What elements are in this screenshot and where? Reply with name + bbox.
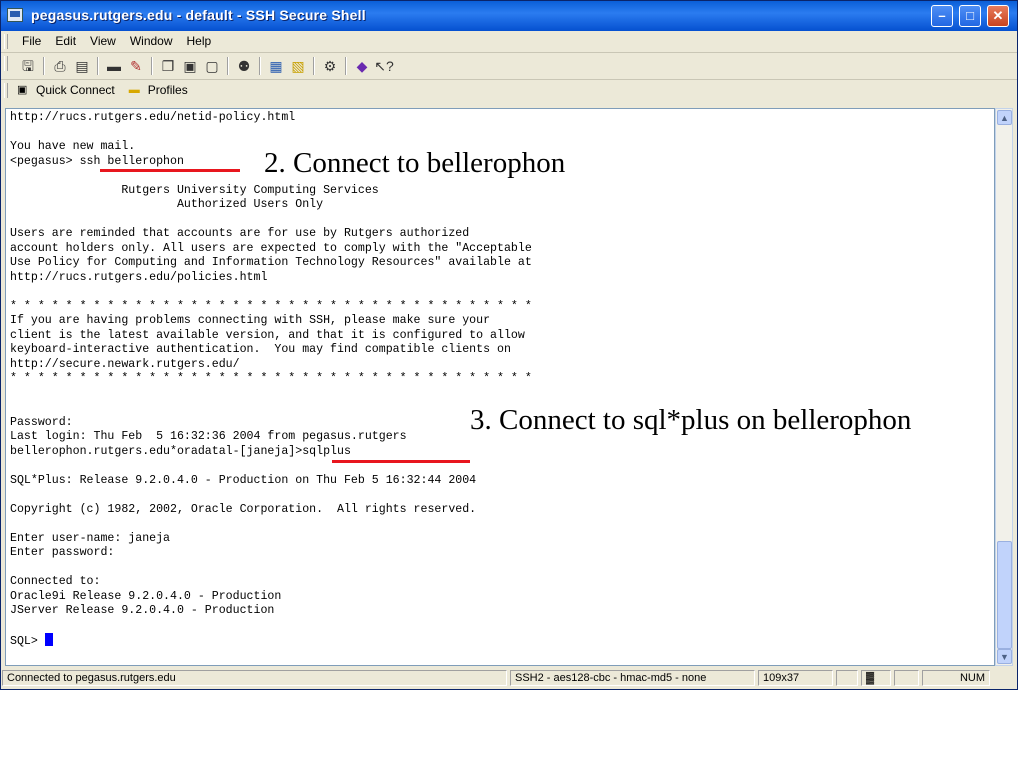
terminal-line: account holders only. All users are expe…: [10, 241, 532, 255]
toolbar-separator: [151, 57, 153, 75]
terminal-line: Rutgers University Computing Services: [10, 183, 379, 197]
terminal-line: client is the latest available version, …: [10, 328, 525, 342]
toolbar-separator: [259, 57, 261, 75]
terminal-line: Use Policy for Computing and Information…: [10, 256, 532, 269]
menu-help[interactable]: Help: [180, 31, 219, 51]
new-file-transfer-icon[interactable]: ▧: [287, 56, 309, 76]
terminal-line: JServer Release 9.2.0.4.0 - Production: [10, 604, 275, 617]
menu-bar: File Edit View Window Help: [1, 31, 1017, 53]
close-button[interactable]: ✕: [987, 5, 1009, 27]
terminal-output: http://rucs.rutgers.edu/netid-policy.htm…: [10, 111, 532, 650]
terminal-line: Password:: [10, 415, 73, 429]
paste-special-icon[interactable]: ▢: [201, 56, 223, 76]
terminal-line: SQL>: [10, 635, 45, 648]
quick-connect-label: Quick Connect: [36, 83, 115, 97]
toolbar-separator: [97, 57, 99, 75]
folder-icon: ▬: [128, 84, 140, 96]
terminal-line: keyboard-interactive authentication. You…: [10, 343, 511, 356]
quick-bar-grip: [4, 83, 8, 98]
vertical-scrollbar[interactable]: ▲ ▼: [995, 108, 1013, 666]
help-icon[interactable]: ↖?: [373, 56, 395, 76]
terminal-line: Enter password:: [10, 546, 115, 559]
terminal-line: Authorized Users Only: [10, 198, 324, 211]
terminal-line: Users are reminded that accounts are for…: [10, 227, 470, 240]
terminal-line: * * * * * * * * * * * * * * * * * * * * …: [10, 299, 532, 313]
menu-file[interactable]: File: [15, 31, 48, 51]
annotation-step-3: 3. Connect to sql*plus on bellerophon: [470, 404, 912, 436]
settings-icon[interactable]: ✎: [125, 56, 147, 76]
find-icon[interactable]: ⚉: [233, 56, 255, 76]
terminal-line: Enter user-name: janeja: [10, 531, 171, 545]
terminal-line: Connected to:: [10, 575, 101, 588]
print-icon[interactable]: ⎙: [49, 56, 71, 76]
terminal-line: bellerophon.rutgers.edu*oradatal-[janeja…: [10, 444, 351, 458]
status-blank: [894, 670, 919, 686]
terminal-line: http://rucs.rutgers.edu/netid-policy.htm…: [10, 111, 296, 124]
profiles-button[interactable]: ▬ Profiles: [129, 83, 188, 97]
status-activity-icon: ▓: [861, 670, 891, 686]
save-icon[interactable]: 🖫: [17, 56, 39, 76]
menu-edit[interactable]: Edit: [48, 31, 83, 51]
toolbar-separator: [43, 57, 45, 75]
terminal-line: <pegasus> ssh bellerophon: [10, 154, 184, 168]
terminal-line: * * * * * * * * * * * * * * * * * * * * …: [10, 372, 532, 385]
toolbar: 🖫 ⎙ ▤ ▬ ✎ ❐ ▣ ▢ ⚉ ▦ ▧ ⚙ ◆ ↖?: [1, 53, 1017, 80]
status-num: NUM: [922, 670, 990, 686]
terminal-cursor: [44, 633, 53, 646]
underline-sqlplus-command: [332, 460, 470, 463]
window-title: pegasus.rutgers.edu - default - SSH Secu…: [31, 7, 366, 23]
terminal-line: If you are having problems connecting wi…: [10, 314, 491, 327]
menu-window[interactable]: Window: [123, 31, 180, 51]
toolbar-grip: [4, 56, 8, 71]
status-size: 109x37: [758, 670, 833, 686]
quick-connect-button[interactable]: ▣ Quick Connect: [17, 83, 115, 97]
terminal-line: Oracle9i Release 9.2.0.4.0 - Production: [10, 589, 282, 603]
underline-ssh-command: [100, 169, 240, 172]
terminal-line: http://secure.newark.rutgers.edu/: [10, 357, 240, 371]
terminal-line: http://rucs.rutgers.edu/policies.html: [10, 270, 268, 284]
annotation-step-2: 2. Connect to bellerophon: [264, 147, 566, 179]
app-icon[interactable]: [7, 8, 23, 22]
terminal-line: Last login: Thu Feb 5 16:32:36 2004 from…: [10, 430, 407, 443]
quick-connect-icon: ▣: [17, 84, 28, 96]
toolbar-separator: [345, 57, 347, 75]
quick-connect-bar: ▣ Quick Connect ▬ Profiles: [1, 80, 1017, 106]
status-connection: Connected to pegasus.rutgers.edu: [2, 670, 507, 686]
paste-icon[interactable]: ▣: [179, 56, 201, 76]
minimize-button[interactable]: –: [931, 5, 953, 27]
title-bar[interactable]: pegasus.rutgers.edu - default - SSH Secu…: [1, 1, 1017, 31]
menu-grip: [4, 34, 8, 49]
terminal-pane[interactable]: http://rucs.rutgers.edu/netid-policy.htm…: [5, 108, 995, 666]
terminal-line: You have new mail.: [10, 140, 136, 153]
status-cipher: SSH2 - aes128-cbc - hmac-md5 - none: [510, 670, 755, 686]
terminal-line: SQL*Plus: Release 9.2.0.4.0 - Production…: [10, 473, 477, 487]
toolbar-separator: [313, 57, 315, 75]
new-terminal-icon[interactable]: ▦: [265, 56, 287, 76]
terminal-line: Copyright (c) 1982, 2002, Oracle Corpora…: [10, 502, 477, 516]
menu-view[interactable]: View: [83, 31, 123, 51]
profiles-label: Profiles: [147, 83, 188, 97]
maximize-button[interactable]: □: [959, 5, 981, 27]
copy-icon[interactable]: ❐: [157, 56, 179, 76]
disconnect-icon[interactable]: ▬: [103, 56, 125, 76]
status-bar: Connected to pegasus.rutgers.edu SSH2 - …: [0, 668, 1024, 688]
toolbar-separator: [227, 57, 229, 75]
print-preview-icon[interactable]: ▤: [71, 56, 93, 76]
status-blank: [836, 670, 858, 686]
profile-icon[interactable]: ◆: [351, 56, 373, 76]
scroll-thumb[interactable]: [997, 541, 1012, 649]
settings-gear-icon[interactable]: ⚙: [319, 56, 341, 76]
scroll-up-button[interactable]: ▲: [997, 110, 1012, 125]
scroll-down-button[interactable]: ▼: [997, 649, 1012, 664]
